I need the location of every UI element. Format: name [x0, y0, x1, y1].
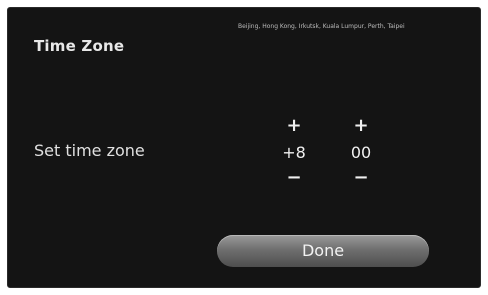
hours-offset-value: +8 [282, 143, 306, 162]
set-time-zone-label: Set time zone [34, 141, 145, 160]
device-frame: Time Zone Beijing, Hong Kong, Irkutsk, K… [0, 0, 488, 295]
minutes-offset-value: 00 [350, 143, 372, 162]
hours-decrement-button[interactable]: − [274, 168, 314, 188]
page-title: Time Zone [34, 37, 125, 55]
minutes-decrement-button[interactable]: − [341, 168, 381, 188]
minutes-increment-button[interactable]: + [341, 116, 381, 136]
timezone-cities-caption: Beijing, Hong Kong, Irkutsk, Kuala Lumpu… [238, 23, 405, 30]
time-zone-screen: Time Zone Beijing, Hong Kong, Irkutsk, K… [7, 7, 481, 288]
hours-increment-button[interactable]: + [274, 116, 314, 136]
done-button[interactable]: Done [217, 235, 429, 267]
